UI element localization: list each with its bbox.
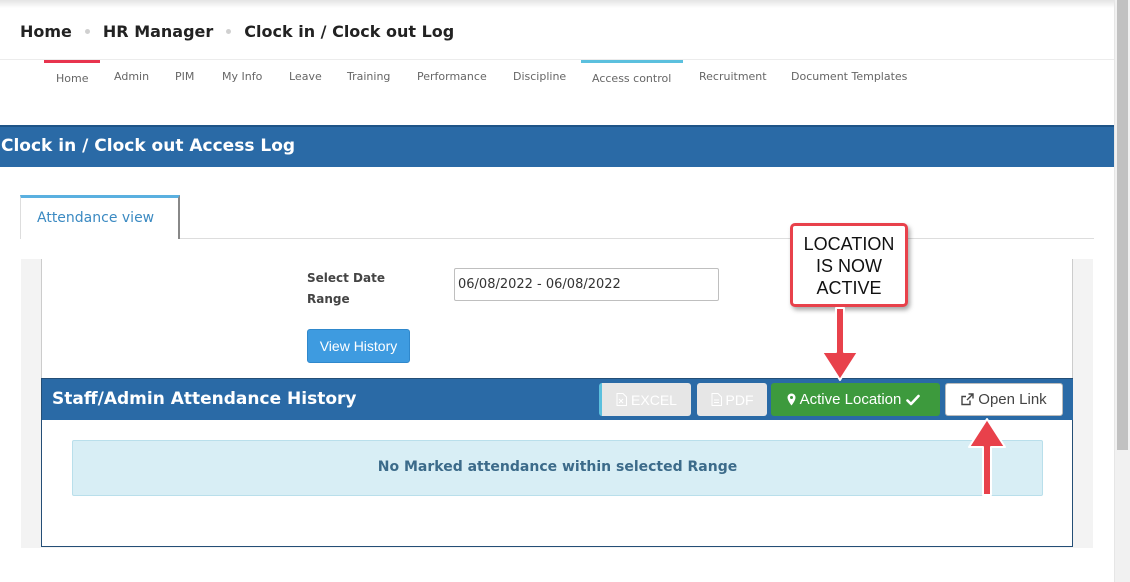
nav-item-recruitment[interactable]: Recruitment [699, 70, 767, 83]
tab-attendance-view[interactable]: Attendance view [20, 195, 180, 239]
active-location-label: Active Location [799, 391, 902, 408]
nav-item-pim[interactable]: PIM [175, 70, 194, 83]
page-title: Clock in / Clock out Access Log [1, 136, 296, 156]
nav-active-indicator [581, 60, 683, 63]
open-link-label: Open Link [978, 391, 1047, 408]
file-pdf-icon [711, 393, 722, 406]
excel-label: EXCEL [631, 391, 677, 408]
annotation-line: LOCATION [803, 234, 895, 254]
nav-home-indicator [44, 60, 100, 63]
breadcrumb-current: Clock in / Clock out Log [244, 22, 455, 41]
breadcrumb: Home HR Manager Clock in / Clock out Log [20, 22, 454, 41]
nav-item-performance[interactable]: Performance [417, 70, 487, 83]
external-link-icon [961, 393, 974, 406]
date-range-label: Select Date Range [307, 271, 385, 306]
file-excel-icon [616, 393, 628, 406]
annotation-arrow-down [821, 307, 859, 381]
attendance-history-header: Staff/Admin Attendance History EXCEL PDF… [42, 378, 1073, 420]
excel-export-button[interactable]: EXCEL [599, 383, 691, 416]
pdf-label: PDF [725, 391, 754, 408]
nav-item-discipline[interactable]: Discipline [513, 70, 566, 83]
nav-item-admin[interactable]: Admin [114, 70, 149, 83]
map-marker-icon [787, 393, 796, 406]
annotation-arrow-up [968, 418, 1006, 496]
nav-item-my-info[interactable]: My Info [222, 70, 262, 83]
annotation-line: ACTIVE [816, 278, 882, 298]
nav-item-access-control[interactable]: Access control [592, 72, 671, 85]
annotation-callout: LOCATION IS NOW ACTIVE [790, 223, 908, 307]
breadcrumb-home[interactable]: Home [20, 22, 72, 41]
check-icon [906, 394, 921, 405]
breadcrumb-separator [226, 29, 232, 34]
page-title-bar: Clock in / Clock out Access Log [0, 125, 1114, 167]
main-nav: Home Admin PIM My Info Leave Training Pe… [0, 60, 1114, 90]
scrollbar-thumb[interactable] [1117, 0, 1128, 450]
tab-divider [180, 238, 1094, 239]
nav-item-home[interactable]: Home [56, 72, 88, 85]
top-shadow [0, 0, 1114, 8]
open-link-button[interactable]: Open Link [945, 383, 1063, 416]
nav-item-leave[interactable]: Leave [289, 70, 322, 83]
nav-item-training[interactable]: Training [347, 70, 390, 83]
empty-state-alert: No Marked attendance within selected Ran… [72, 440, 1043, 496]
breadcrumb-separator [84, 29, 90, 34]
breadcrumb-hr-manager[interactable]: HR Manager [103, 22, 213, 41]
date-range-input[interactable] [454, 268, 719, 301]
vertical-scrollbar[interactable] [1114, 0, 1130, 582]
attendance-history-box: Staff/Admin Attendance History EXCEL PDF… [41, 378, 1073, 547]
tab-label: Attendance view [37, 210, 155, 226]
annotation-line: IS NOW [816, 256, 882, 276]
active-location-button[interactable]: Active Location [771, 383, 940, 416]
nav-item-document-templates[interactable]: Document Templates [791, 70, 907, 83]
pdf-export-button[interactable]: PDF [697, 383, 767, 416]
empty-state-message: No Marked attendance within selected Ran… [377, 459, 738, 475]
attendance-history-title: Staff/Admin Attendance History [52, 389, 357, 409]
view-history-button[interactable]: View History [307, 329, 410, 363]
